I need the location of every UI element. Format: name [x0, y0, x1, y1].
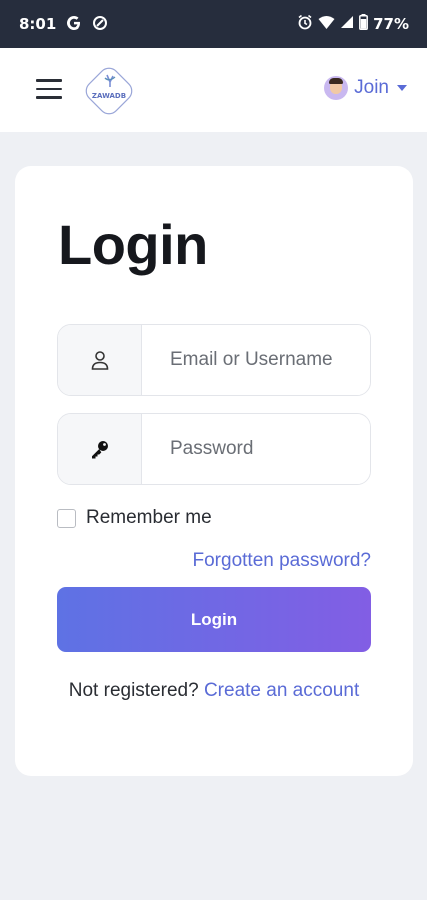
user-icon: [58, 325, 142, 395]
status-time: 8:01: [19, 15, 57, 33]
create-account-link[interactable]: Create an account: [204, 680, 359, 701]
battery-percent: 77%: [373, 15, 409, 33]
page-title: Login: [58, 213, 208, 276]
remember-me-label: Remember me: [86, 507, 212, 528]
remember-me-checkbox[interactable]: [57, 508, 76, 528]
wifi-icon: [318, 15, 335, 34]
join-dropdown[interactable]: Join: [324, 76, 407, 100]
logo-text: ZAWADB: [92, 92, 126, 100]
forgot-password-link[interactable]: Forgotten password?: [193, 550, 372, 572]
email-field-group: [57, 324, 371, 396]
google-icon: [66, 15, 82, 35]
signal-icon: [340, 15, 354, 33]
login-button[interactable]: Login: [57, 587, 371, 652]
zawadb-logo[interactable]: ZAWADB: [80, 62, 138, 120]
login-card: Login Remember me Forgotten password? Lo…: [15, 166, 413, 776]
data-saver-icon: [92, 15, 108, 35]
key-icon: [58, 414, 142, 484]
password-field-group: [57, 413, 371, 485]
alarm-icon: [297, 14, 313, 34]
email-input[interactable]: [142, 325, 370, 395]
battery-icon: [359, 14, 369, 34]
status-bar: 8:01 77%: [0, 0, 427, 48]
join-label: Join: [354, 77, 389, 98]
caret-down-icon: [397, 85, 407, 91]
password-input[interactable]: [142, 414, 370, 484]
not-registered-text: Not registered?: [68, 680, 199, 701]
avatar: [324, 76, 349, 100]
top-navbar: ZAWADB Join: [0, 48, 427, 132]
register-prompt: Not registered? Create an account: [57, 676, 371, 705]
remember-me: Remember me: [57, 507, 212, 529]
hamburger-menu-icon[interactable]: [36, 79, 62, 99]
